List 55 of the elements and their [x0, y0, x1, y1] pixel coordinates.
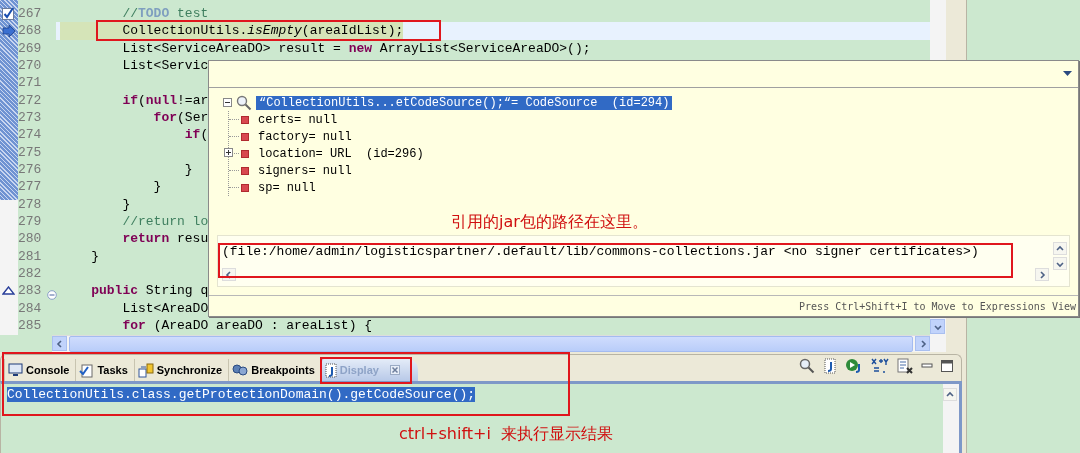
tree-item[interactable]: signers= null	[255, 163, 355, 178]
java-page-icon[interactable]	[823, 358, 837, 374]
scroll-up-button[interactable]	[943, 388, 957, 401]
scroll-down-button[interactable]	[1053, 257, 1067, 270]
expression-text: CollectionUtils.class.getProtectionDomain().getCodeSource();	[7, 387, 476, 402]
breakpoints-icon	[232, 364, 249, 376]
java-page-icon	[324, 362, 337, 378]
scroll-up-button[interactable]	[1053, 242, 1067, 255]
close-icon[interactable]	[389, 365, 400, 375]
chevron-right-icon	[1037, 269, 1047, 280]
annotation-text: ctrl+shift+i 来执行显示结果	[399, 424, 615, 445]
code-line: //TODO test	[121, 5, 209, 23]
annotation-text: 引用的jar包的路径在这里。	[451, 211, 648, 233]
code-line: //return lo	[121, 212, 209, 231]
scroll-left-button[interactable]	[52, 336, 67, 351]
tree-item[interactable]: location= URL (id=296)	[255, 146, 427, 161]
scroll-down-button[interactable]	[930, 319, 945, 334]
code-line: }	[183, 160, 193, 179]
code-line: List<Servic	[121, 57, 209, 75]
code-line: for(Ser	[152, 108, 209, 127]
tree-item[interactable]: “CollectionUtils...etCodeSource();“= CodeSource (id=294)	[256, 95, 673, 110]
code-line: }	[121, 195, 131, 213]
scroll-right-button[interactable]	[915, 336, 930, 351]
detail-text: (file:/home/admin/logisticspartner/.default/lib/commons-collections.jar <no signer certificates>)	[222, 244, 979, 260]
code-line: return resu	[121, 230, 209, 248]
line-number: 268	[18, 22, 56, 40]
clipboard-check-icon	[79, 362, 95, 378]
tree-item[interactable]: factory= null	[255, 129, 355, 144]
monitor-icon	[8, 363, 23, 377]
maximize-icon[interactable]	[941, 360, 953, 372]
run-icon[interactable]	[845, 358, 863, 374]
code-line: }	[152, 178, 162, 196]
hint-text: Press Ctrl+Shift+I to Move to Expressions View	[799, 300, 1077, 312]
dropdown-icon[interactable]	[1063, 71, 1072, 77]
code-line: }	[90, 247, 99, 265]
expression-icon[interactable]	[871, 358, 889, 374]
arrow-icon	[1, 24, 16, 37]
tree-item[interactable]: sp= null	[255, 180, 319, 195]
expand-icon[interactable]	[224, 148, 233, 157]
clear-page-icon[interactable]	[897, 358, 913, 374]
code-line: if(null!=ar	[121, 91, 209, 109]
search-icon[interactable]	[799, 358, 815, 374]
code-line: for (AreaDO areaDO : areaList) {	[121, 316, 373, 335]
triangle-icon	[2, 286, 15, 296]
collapse-icon[interactable]	[223, 98, 232, 107]
tree-item[interactable]: certs= null	[255, 112, 341, 127]
code-line: if(	[183, 126, 209, 144]
chevron-left-icon	[54, 338, 65, 349]
code-line: List<ServiceAreaDO> result = new ArrayList<ServiceAreaDO>();	[121, 39, 591, 57]
code-line: List<AreaDO	[121, 299, 209, 317]
search-icon	[236, 94, 252, 111]
code-line: public String q	[90, 282, 209, 300]
task-checkbox-icon	[2, 7, 15, 20]
sync-icon	[137, 362, 154, 378]
scroll-right-button[interactable]	[1035, 268, 1049, 281]
